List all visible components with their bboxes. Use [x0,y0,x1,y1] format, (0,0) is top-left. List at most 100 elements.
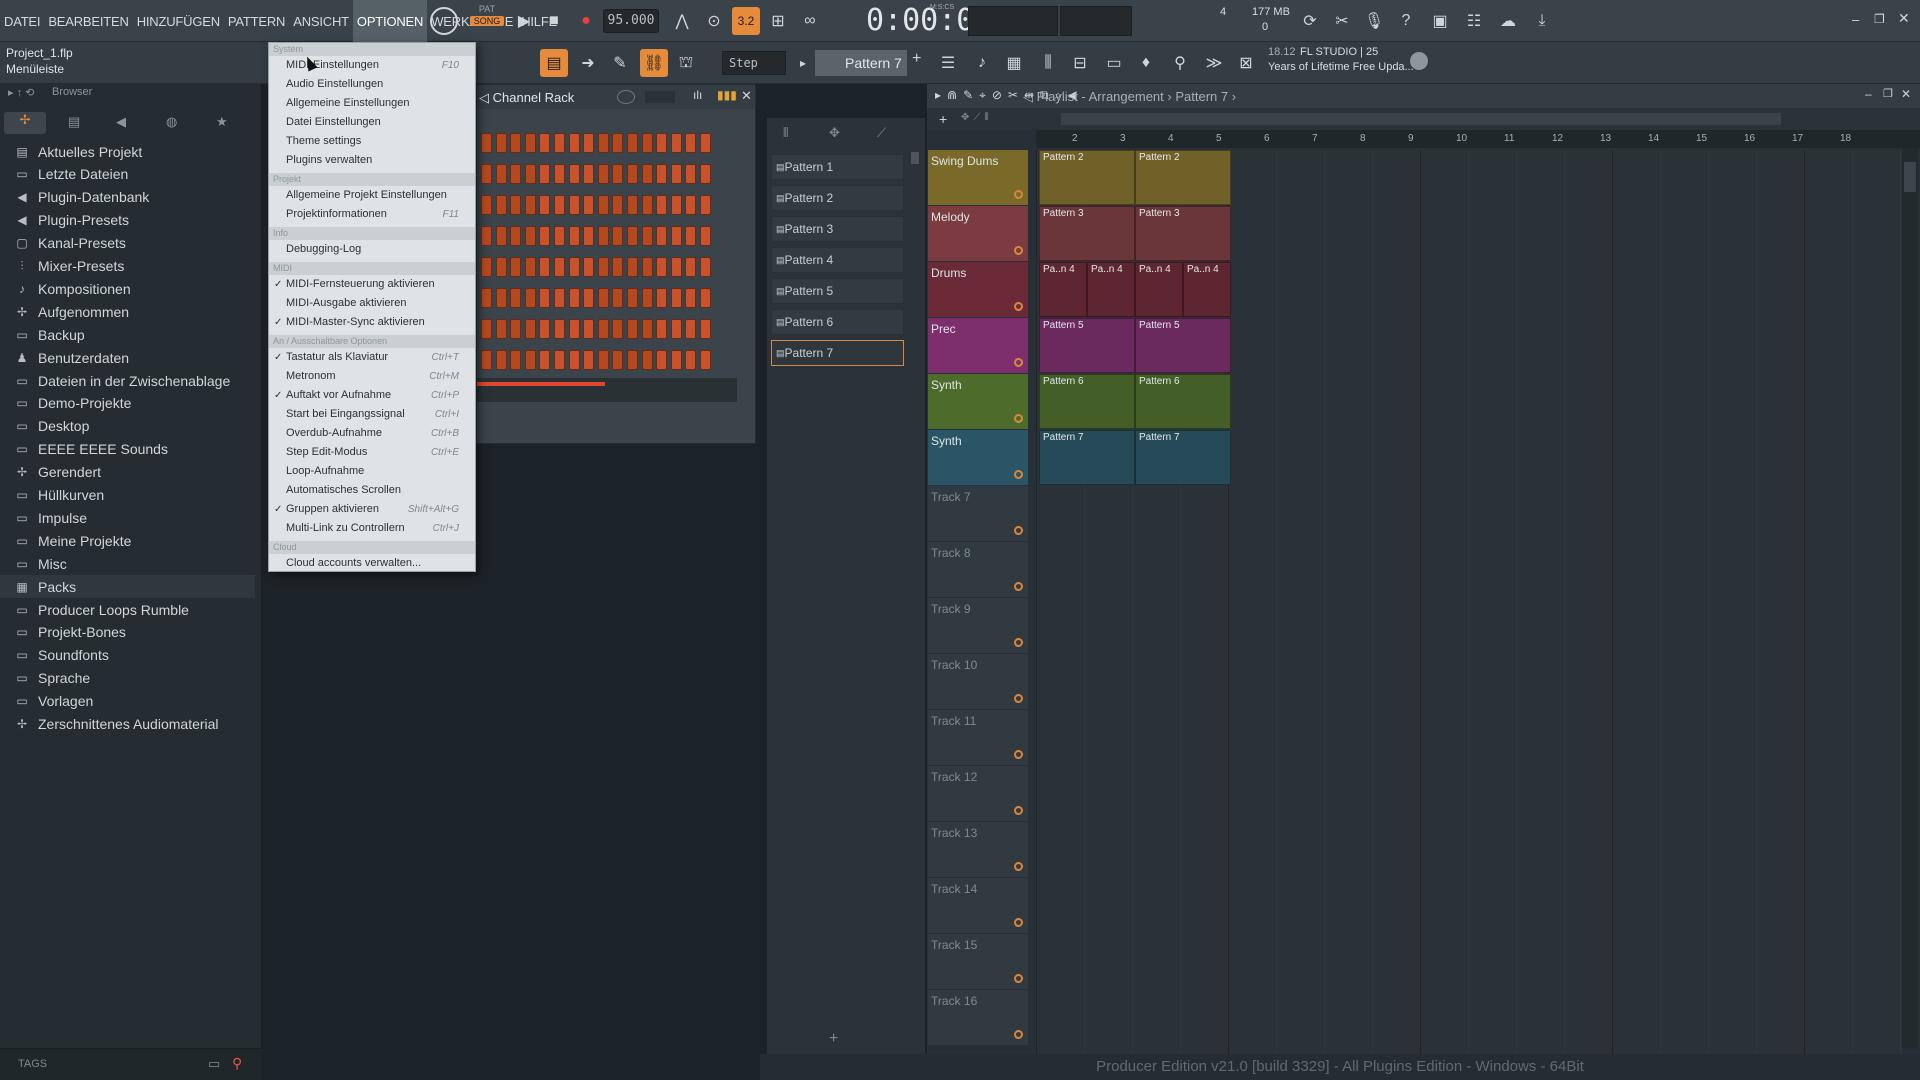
track-header[interactable]: Track 8 [928,542,1028,597]
track-header[interactable]: Swing Dums [928,150,1028,205]
master-volume-knob[interactable] [430,7,458,35]
track-mute-icon[interactable] [1014,582,1023,591]
step-button[interactable] [495,164,507,184]
track-mute-icon[interactable] [1014,862,1023,871]
step-button[interactable] [481,164,492,184]
track-mute-icon[interactable] [1014,918,1023,927]
step-button[interactable] [495,257,507,277]
step-button[interactable] [627,164,638,184]
menu-item[interactable]: ✓ Auftakt vor Aufnahme Ctrl+P [269,386,475,405]
menu-item[interactable]: Cloud accounts verwalten... [269,554,475,573]
step-button[interactable] [510,195,522,215]
step-button[interactable] [612,288,624,308]
pattern-item[interactable]: ▤ Pattern 4 [771,247,904,273]
track-mute-icon[interactable] [1014,806,1023,815]
step-grid[interactable] [477,133,737,383]
step-button[interactable] [700,195,711,215]
track-header[interactable]: Track 11 [928,710,1028,765]
browser-item[interactable]: ▭ Misc [14,552,66,575]
pattern-clip[interactable]: Pattern 5 [1135,318,1231,373]
disconnect-icon[interactable]: ✂ [1328,7,1356,35]
track-header[interactable]: Track 12 [928,766,1028,821]
menu-item[interactable]: Theme settings [269,132,475,151]
step-button[interactable] [656,257,668,277]
step-button[interactable] [627,319,638,339]
browser-item[interactable]: ✢ Zerschnittenes Audiomaterial [14,713,219,736]
menu-ansicht[interactable]: ANSICHT [289,0,353,42]
menu-item[interactable]: Debugging-Log [269,240,475,259]
browser-item[interactable]: ♪ Kompositionen [14,277,131,300]
track-header[interactable]: Track 14 [928,878,1028,933]
pattern-item[interactable]: ▤ Pattern 2 [771,185,904,211]
step-button[interactable] [612,133,624,153]
track-mute-icon[interactable] [1014,974,1023,983]
stop-button[interactable]: ■ [540,7,568,35]
step-button[interactable] [656,164,668,184]
step-button[interactable] [539,288,551,308]
step-button[interactable] [568,319,580,339]
horizontal-scrollbar[interactable] [1061,113,1781,125]
step-button[interactable] [700,133,711,153]
add-track-icon[interactable]: + [829,1030,838,1048]
step-button[interactable] [641,133,653,153]
loop-record-icon[interactable]: ∞ [796,7,824,35]
step-button[interactable] [568,195,580,215]
step-button[interactable] [510,133,522,153]
step-button[interactable] [481,195,492,215]
pattern-clip[interactable]: Pa..n 4 [1039,262,1087,317]
countdown-icon[interactable]: 3.2 [732,7,760,35]
step-button[interactable] [583,257,595,277]
menu-hinzufügen[interactable]: HINZUFÜGEN [133,0,224,42]
track-mute-icon[interactable] [1014,1030,1023,1039]
browser-item[interactable]: ▭ Hüllkurven [14,484,104,507]
step-button[interactable] [539,195,551,215]
step-button[interactable] [495,133,507,153]
menu-item[interactable]: MIDI-Einstellungen F10 [269,56,475,75]
menu-item[interactable]: Multi-Link zu Controllern Ctrl+J [269,519,475,538]
browser-item[interactable]: ▢ Kanal-Presets [14,232,126,255]
menu-item[interactable]: Overdub-Aufnahme Ctrl+B [269,424,475,443]
pattern-song-toggle[interactable]: PAT SONG [470,4,504,38]
browser-item[interactable]: ▭ Letzte Dateien [14,163,128,186]
step-button[interactable] [670,133,682,153]
step-button[interactable] [481,226,492,246]
track-header[interactable]: Track 13 [928,822,1028,877]
play-button[interactable]: ▶ [510,7,538,35]
track-header[interactable]: Track 10 [928,654,1028,709]
pattern-clip[interactable]: Pa..n 4 [1135,262,1183,317]
pattern-clip[interactable]: Pattern 2 [1039,150,1135,205]
step-button[interactable] [685,164,697,184]
step-sequencer-icon[interactable]: ▮▮▮ [717,88,737,102]
step-button[interactable] [524,288,536,308]
browser-filter-all-icon[interactable]: ✢ [4,112,46,134]
pattern-clip[interactable]: Pattern 6 [1135,374,1231,429]
step-button[interactable] [627,226,638,246]
vertical-scrollbar[interactable] [1902,148,1918,1048]
step-button[interactable] [554,195,565,215]
step-button[interactable] [700,288,711,308]
step-button[interactable] [568,226,580,246]
channel-filter-field[interactable] [645,91,675,103]
step-button[interactable] [495,288,507,308]
step-button[interactable] [583,164,595,184]
help-icon[interactable]: ? [1392,7,1420,35]
snap-selector[interactable]: Step [722,51,786,75]
track-header[interactable]: Melody [928,206,1028,261]
track-header[interactable]: Track 15 [928,934,1028,989]
step-button[interactable] [597,350,609,370]
step-button[interactable] [597,195,609,215]
browser-item[interactable]: ▭ EEEE EEEE Sounds [14,438,168,461]
track-mute-icon[interactable] [1014,694,1023,703]
step-button[interactable] [685,133,697,153]
step-button[interactable] [481,319,492,339]
step-button[interactable] [495,195,507,215]
plugin-icon[interactable]: ♦ [1132,49,1160,77]
paint-icon[interactable]: ✎ [606,49,634,77]
step-button[interactable] [510,319,522,339]
browser-item[interactable]: ▭ Producer Loops Rumble [14,598,189,621]
browser-item[interactable]: ✢ Gerendert [14,461,101,484]
piano-icon[interactable]: ⫴ [783,125,788,141]
microphone-icon[interactable]: 🎙 [1360,7,1388,35]
track-mute-icon[interactable] [1014,750,1023,759]
browser-item[interactable]: ▭ Dateien in der Zwischenablage [14,369,230,392]
